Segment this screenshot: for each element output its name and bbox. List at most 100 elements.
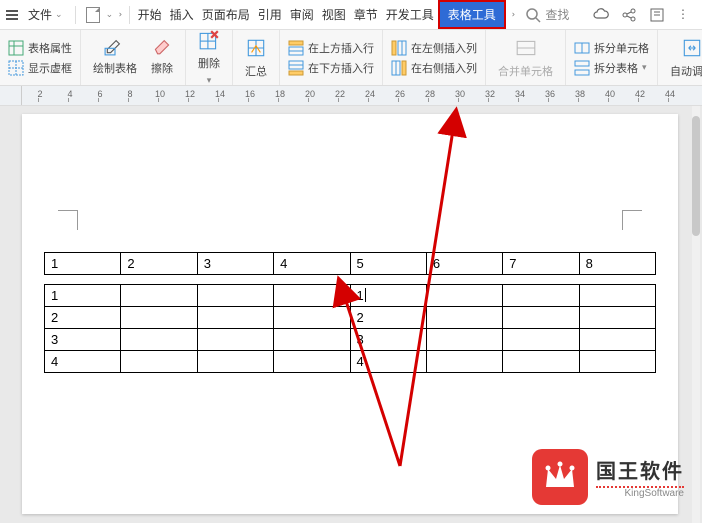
table-cell[interactable]: 4 <box>45 351 121 373</box>
more-icon[interactable]: ⋮ <box>677 7 690 23</box>
table-cell[interactable] <box>197 307 273 329</box>
tab-review[interactable]: 审阅 <box>286 2 318 27</box>
table-cell[interactable]: 1 <box>45 253 121 275</box>
table-cell[interactable] <box>503 351 579 373</box>
tab-developer[interactable]: 开发工具 <box>382 2 438 27</box>
insert-col-right-button[interactable]: 在右侧插入列 <box>389 59 479 77</box>
table-cell[interactable] <box>197 351 273 373</box>
table-row[interactable]: 22 <box>45 307 656 329</box>
table-cell[interactable] <box>121 351 197 373</box>
table-cell[interactable]: 1 <box>45 285 121 307</box>
insert-col-left-button[interactable]: 在左侧插入列 <box>389 39 479 57</box>
table-cell[interactable]: 4 <box>350 351 426 373</box>
split-cell-button[interactable]: 拆分单元格 <box>572 39 651 57</box>
tab-view[interactable]: 视图 <box>318 2 350 27</box>
eraser-button[interactable]: 擦除 <box>145 32 179 83</box>
table-cell[interactable] <box>274 351 350 373</box>
document-table[interactable]: 1234567811223344 <box>44 252 656 373</box>
table-cell[interactable]: 3 <box>197 253 273 275</box>
table-cell[interactable] <box>426 285 502 307</box>
chevron-right-icon[interactable]: ⌄ <box>506 11 517 19</box>
label: 合并单元格 <box>498 63 553 79</box>
table-row[interactable]: 11 <box>45 285 656 307</box>
table-cell[interactable] <box>274 307 350 329</box>
table-row[interactable]: 12345678 <box>45 253 656 275</box>
ruler-tick: 36 <box>540 89 560 99</box>
table-cell[interactable]: 1 <box>350 285 426 307</box>
insert-row-above-button[interactable]: 在上方插入行 <box>286 39 376 57</box>
tab-tabletools[interactable]: 表格工具 <box>438 0 506 29</box>
ribbon-group-insert-rows: 在上方插入行 在下方插入行 <box>280 30 383 85</box>
insert-below-icon <box>288 60 304 76</box>
ruler-tick: 22 <box>330 89 350 99</box>
search-area[interactable]: 查找 <box>525 6 569 23</box>
table-cell[interactable] <box>121 285 197 307</box>
table-cell[interactable]: 6 <box>426 253 502 275</box>
table-cell[interactable]: 5 <box>350 253 426 275</box>
table-cell[interactable]: 3 <box>45 329 121 351</box>
label: 绘制表格 <box>93 60 137 76</box>
show-gridlines-button[interactable]: 显示虚框 <box>6 59 74 77</box>
scrollbar-thumb[interactable] <box>692 116 700 236</box>
table-cell[interactable]: 2 <box>45 307 121 329</box>
new-document-icon[interactable] <box>86 7 100 23</box>
tab-pagelayout[interactable]: 页面布局 <box>198 2 254 27</box>
draw-table-button[interactable]: 绘制表格 <box>87 32 143 83</box>
table-cell[interactable] <box>579 307 655 329</box>
ruler-tick: 44 <box>660 89 680 99</box>
table-cell[interactable] <box>503 285 579 307</box>
table-cell[interactable] <box>579 285 655 307</box>
table-cell[interactable] <box>579 329 655 351</box>
delete-button[interactable]: 删除▾ <box>192 27 226 88</box>
insert-row-below-button[interactable]: 在下方插入行 <box>286 59 376 77</box>
horizontal-ruler[interactable]: 2468101214161820222426283032343638404244 <box>22 86 702 105</box>
table-cell[interactable] <box>274 329 350 351</box>
label: 自动调整 <box>670 63 702 79</box>
table-cell[interactable] <box>426 307 502 329</box>
table-cell[interactable]: 4 <box>274 253 350 275</box>
table-cell[interactable]: 2 <box>121 253 197 275</box>
chevron-right-icon[interactable]: ⌄ <box>113 11 124 19</box>
gridlines-icon <box>8 60 24 76</box>
table-cell[interactable]: 7 <box>503 253 579 275</box>
settings-icon[interactable] <box>649 7 665 23</box>
table-gap <box>45 275 656 285</box>
table-cell[interactable] <box>121 329 197 351</box>
tab-chapter[interactable]: 章节 <box>350 2 382 27</box>
insert-right-icon <box>391 60 407 76</box>
ribbon-tabs: 开始 插入 页面布局 引用 审阅 视图 章节 开发工具 表格工具 ⌄ <box>134 0 516 29</box>
table-cell[interactable]: 8 <box>579 253 655 275</box>
table-cell[interactable] <box>426 351 502 373</box>
autofit-button[interactable]: 自动调整 <box>664 35 702 81</box>
watermark-en: KingSoftware <box>596 488 684 499</box>
tab-start[interactable]: 开始 <box>134 2 166 27</box>
hamburger-icon[interactable] <box>4 8 20 22</box>
table-cell[interactable] <box>274 285 350 307</box>
table-cell[interactable] <box>121 307 197 329</box>
table-cell[interactable]: 3 <box>350 329 426 351</box>
table-cell[interactable] <box>579 351 655 373</box>
ruler-tick: 18 <box>270 89 290 99</box>
table-row[interactable]: 44 <box>45 351 656 373</box>
table-cell[interactable] <box>503 329 579 351</box>
label: 表格属性 <box>28 40 72 56</box>
ribbon-group-split: 拆分单元格 拆分表格▾ <box>566 30 658 85</box>
chevron-down-icon[interactable]: ⌄ <box>106 9 114 20</box>
ruler-tick: 14 <box>210 89 230 99</box>
tab-insert[interactable]: 插入 <box>166 2 198 27</box>
summary-button[interactable]: 汇总 <box>239 35 273 81</box>
tab-reference[interactable]: 引用 <box>254 2 286 27</box>
table-cell[interactable] <box>503 307 579 329</box>
split-table-button[interactable]: 拆分表格▾ <box>572 59 651 77</box>
file-menu[interactable]: 文件 ⌄ <box>22 4 69 25</box>
cloud-icon[interactable] <box>593 7 609 23</box>
table-cell[interactable] <box>197 285 273 307</box>
table-properties-button[interactable]: 表格属性 <box>6 39 74 57</box>
table-cell[interactable]: 2 <box>350 307 426 329</box>
ribbon-group-properties: 表格属性 显示虚框 <box>0 30 81 85</box>
vertical-scrollbar[interactable] <box>692 106 700 523</box>
share-icon[interactable] <box>621 7 637 23</box>
table-row[interactable]: 33 <box>45 329 656 351</box>
table-cell[interactable] <box>426 329 502 351</box>
table-cell[interactable] <box>197 329 273 351</box>
